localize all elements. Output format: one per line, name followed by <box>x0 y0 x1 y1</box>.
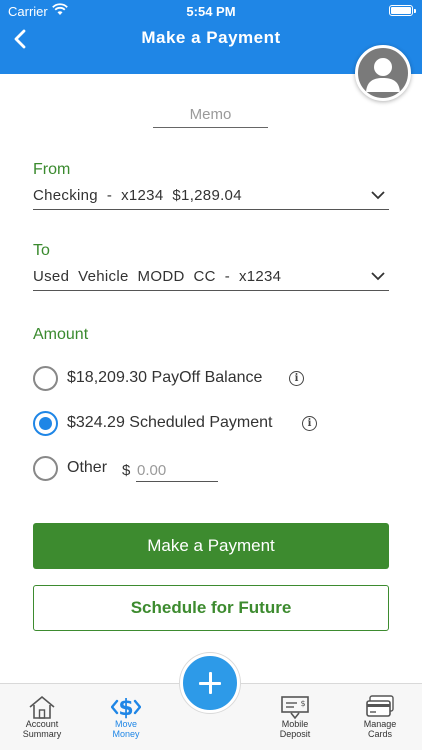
status-bar: Carrier 5:54 PM <box>0 0 422 22</box>
tab-account-summary[interactable]: Account Summary <box>0 684 84 750</box>
other-amount-label: Other <box>67 459 108 476</box>
tab-label: Move Money <box>112 719 140 739</box>
credit-card-icon <box>366 695 394 717</box>
page-title: Make a Payment <box>141 28 281 47</box>
tab-label: Manage Cards <box>363 719 397 739</box>
svg-text:$: $ <box>300 699 305 708</box>
dollar-transfer-icon: $ <box>111 696 141 720</box>
user-avatar-icon[interactable] <box>355 45 411 101</box>
other-amount-input[interactable]: 0.00 <box>136 460 218 482</box>
to-account-select[interactable]: Used Vehicle MODD CC - x1234 <box>33 266 389 291</box>
from-account-value: Checking - x1234 $1,289.04 <box>33 187 242 204</box>
battery-icon <box>389 5 416 16</box>
add-plus-button[interactable] <box>180 653 240 713</box>
memo-input[interactable]: Memo <box>153 106 268 128</box>
to-account-value: Used Vehicle MODD CC - x1234 <box>33 268 282 285</box>
tab-move-money[interactable]: $ Move Money <box>84 684 168 750</box>
info-icon[interactable]: i <box>302 416 317 431</box>
currency-symbol: $ <box>122 462 131 479</box>
other-amount-radio[interactable] <box>33 456 58 481</box>
tab-label: Mobile Deposit <box>279 719 311 739</box>
status-time: 5:54 PM <box>186 4 236 19</box>
tab-manage-cards[interactable]: Manage Cards <box>338 684 422 750</box>
payoff-balance-label: $18,209.30 PayOff Balance <box>67 369 263 386</box>
home-icon <box>29 695 55 719</box>
memo-placeholder: Memo <box>189 106 232 123</box>
tab-label: Account Summary <box>22 719 62 739</box>
info-icon[interactable]: i <box>289 371 304 386</box>
from-label: From <box>33 161 71 178</box>
tab-mobile-deposit[interactable]: $ Mobile Deposit <box>253 684 337 750</box>
chevron-down-icon <box>371 191 385 200</box>
check-deposit-icon: $ <box>281 696 309 720</box>
to-label: To <box>33 242 50 259</box>
from-account-select[interactable]: Checking - x1234 $1,289.04 <box>33 185 389 210</box>
schedule-future-button[interactable]: Schedule for Future <box>33 585 389 631</box>
scheduled-payment-label: $324.29 Scheduled Payment <box>67 414 273 431</box>
other-amount-placeholder: 0.00 <box>137 462 167 479</box>
payoff-balance-radio[interactable] <box>33 366 58 391</box>
svg-text:$: $ <box>118 696 133 720</box>
amount-label: Amount <box>33 326 89 343</box>
make-payment-button[interactable]: Make a Payment <box>33 523 389 569</box>
scheduled-payment-radio[interactable] <box>33 411 58 436</box>
chevron-down-icon <box>371 272 385 281</box>
